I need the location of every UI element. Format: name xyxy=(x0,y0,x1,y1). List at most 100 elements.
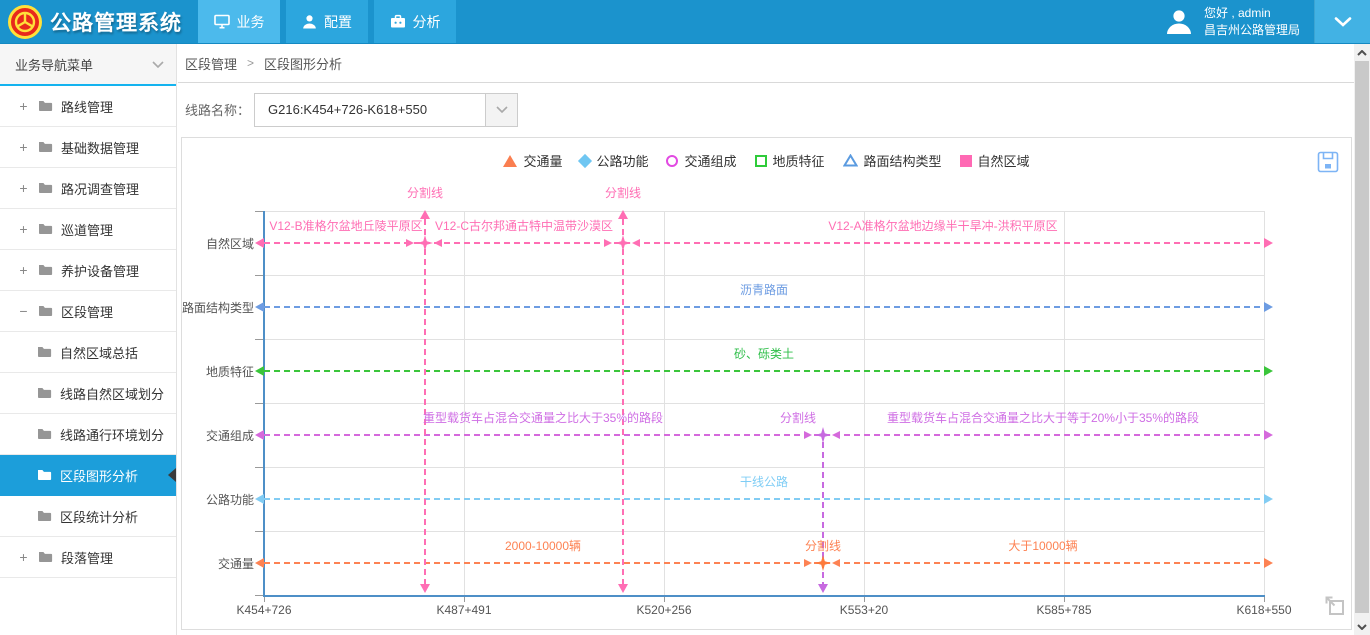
person-icon xyxy=(302,14,317,29)
scrollbar-down-button[interactable] xyxy=(1354,618,1370,635)
sidebar-item-base-data-mgmt[interactable]: + 基础数据管理 xyxy=(0,127,176,168)
legend-marker-triangle-filled-icon xyxy=(503,155,517,167)
axis-tick xyxy=(1064,597,1065,602)
save-chart-button[interactable] xyxy=(1317,151,1339,176)
axis-tick xyxy=(664,597,665,602)
grid-line xyxy=(264,531,1264,532)
expander-icon: + xyxy=(17,262,30,278)
row-label: 地质特征 xyxy=(182,363,254,380)
sidebar-item-section-graph-analysis[interactable]: 区段图形分析 xyxy=(0,455,176,496)
dashed-line xyxy=(622,219,624,584)
axis-tick xyxy=(255,339,263,340)
sidebar-item-maintenance-equipment[interactable]: + 养护设备管理 xyxy=(0,250,176,291)
sidebar-item-section-stats-analysis[interactable]: 区段统计分析 xyxy=(0,496,176,537)
expander-icon: + xyxy=(17,98,30,114)
expand-chart-button[interactable] xyxy=(1323,594,1347,621)
filter-row: 线路名称： G216:K454+726-K618+550 xyxy=(178,83,1354,136)
sidebar-item-label: 区段统计分析 xyxy=(60,507,138,526)
arrow-left xyxy=(434,239,442,247)
grid-line xyxy=(264,467,1264,468)
user-greeting: 您好 , admin xyxy=(1204,5,1300,22)
annotation-natural-region-3: V12-A准格尔盆地边缘半干旱冲-洪积平原区 xyxy=(828,217,1057,234)
expander-icon: + xyxy=(17,180,30,196)
chart-panel: 交通量 公路功能 交通组成 地质特征 xyxy=(181,137,1352,630)
folder-icon xyxy=(38,141,53,153)
sidebar-item-road-survey-mgmt[interactable]: + 路况调查管理 xyxy=(0,168,176,209)
brand: 公路管理系统 xyxy=(0,0,198,43)
legend-marker-square-outline-icon xyxy=(755,155,767,167)
active-item-notch xyxy=(168,468,176,482)
arrow-left xyxy=(255,238,264,248)
split-star-marker-icon xyxy=(417,235,433,251)
folder-icon xyxy=(37,387,52,399)
arrow-left xyxy=(255,430,264,440)
sidebar-header[interactable]: 业务导航菜单 xyxy=(0,44,176,86)
grid-line xyxy=(864,211,865,595)
axis-tick xyxy=(864,597,865,602)
arrow-right xyxy=(1264,430,1273,440)
chevron-down-icon xyxy=(496,106,508,113)
sidebar-item-patrol-mgmt[interactable]: + 巡道管理 xyxy=(0,209,176,250)
annotation-volume-2: 大于10000辆 xyxy=(1008,537,1077,554)
arrow-left xyxy=(255,558,264,568)
sidebar-item-natural-region-summary[interactable]: 自然区域总括 xyxy=(0,332,176,373)
grid-line xyxy=(264,403,1264,404)
annotation-composition-2: 重型载货车占混合交通量之比大于等于20%小于35%的路段 xyxy=(887,409,1199,426)
row-label: 交通组成 xyxy=(182,427,254,444)
y-axis-line xyxy=(263,211,265,597)
sidebar-item-line-natural-region[interactable]: 线路自然区域划分 xyxy=(0,373,176,414)
dashed-line xyxy=(264,242,1264,244)
sidebar-item-label: 线路自然区域划分 xyxy=(60,384,164,403)
arrow-right xyxy=(804,431,812,439)
x-axis-label: K454+726 xyxy=(236,603,291,617)
breadcrumb: 区段管理 > 区段图形分析 xyxy=(178,44,1354,83)
arrow-left xyxy=(255,366,264,376)
app-logo-icon xyxy=(8,5,42,39)
legend-item[interactable]: 地质特征 xyxy=(755,151,825,170)
sidebar-item-route-mgmt[interactable]: + 路线管理 xyxy=(0,86,176,127)
row-label: 交通量 xyxy=(182,555,254,572)
sidebar-item-paragraph-mgmt[interactable]: + 段落管理 xyxy=(0,537,176,578)
arrow-down xyxy=(618,584,628,593)
x-axis-line xyxy=(263,595,1265,597)
breadcrumb-separator: > xyxy=(247,56,254,70)
legend-label: 交通量 xyxy=(523,151,562,170)
legend-item[interactable]: 路面结构类型 xyxy=(843,151,942,170)
grid-line xyxy=(264,339,1264,340)
annotation-natural-region-2: V12-C古尔邦通古特中温带沙漠区 xyxy=(435,217,613,234)
nav-tab-config[interactable]: 配置 xyxy=(286,0,368,43)
grid-line xyxy=(264,275,1264,276)
line-select-value[interactable]: G216:K454+726-K618+550 xyxy=(254,93,486,127)
x-axis-label: K520+256 xyxy=(636,603,691,617)
scrollbar-thumb[interactable] xyxy=(1355,61,1369,613)
annotation-pavement: 沥青路面 xyxy=(740,281,788,298)
legend-label: 交通组成 xyxy=(684,151,736,170)
legend-item[interactable]: 公路功能 xyxy=(580,151,648,170)
legend-item[interactable]: 交通组成 xyxy=(666,151,736,170)
arrow-right xyxy=(1264,558,1273,568)
dashed-line xyxy=(264,498,1264,500)
x-axis-label: K487+491 xyxy=(436,603,491,617)
app-window: 公路管理系统 业务 配置 xyxy=(0,0,1370,635)
annotation-natural-region-1: V12-B准格尔盆地丘陵平原区 xyxy=(269,217,422,234)
grid-line xyxy=(664,211,665,595)
line-select-dropdown-button[interactable] xyxy=(486,93,518,127)
breadcrumb-current: 区段图形分析 xyxy=(264,54,342,73)
user-info[interactable]: 您好 , admin 昌吉州公路管理局 xyxy=(1150,0,1314,43)
collapse-icon: − xyxy=(17,303,30,319)
sidebar-item-line-traffic-env[interactable]: 线路通行环境划分 xyxy=(0,414,176,455)
scrollbar-up-button[interactable] xyxy=(1354,44,1370,61)
sidebar-title: 业务导航菜单 xyxy=(15,55,93,74)
split-star-marker-icon xyxy=(815,555,831,571)
user-menu-toggle[interactable] xyxy=(1314,0,1370,43)
split-star-marker-icon xyxy=(815,427,831,443)
nav-tab-business[interactable]: 业务 xyxy=(198,0,280,43)
nav-tab-analysis[interactable]: 分析 xyxy=(374,0,456,43)
breadcrumb-parent[interactable]: 区段管理 xyxy=(185,54,237,73)
legend-item[interactable]: 交通量 xyxy=(503,151,562,170)
legend-item[interactable]: 自然区域 xyxy=(960,151,1030,170)
vertical-scrollbar[interactable] xyxy=(1354,44,1370,635)
arrow-left xyxy=(832,431,840,439)
axis-tick xyxy=(255,275,263,276)
sidebar-item-section-mgmt[interactable]: − 区段管理 xyxy=(0,291,176,332)
